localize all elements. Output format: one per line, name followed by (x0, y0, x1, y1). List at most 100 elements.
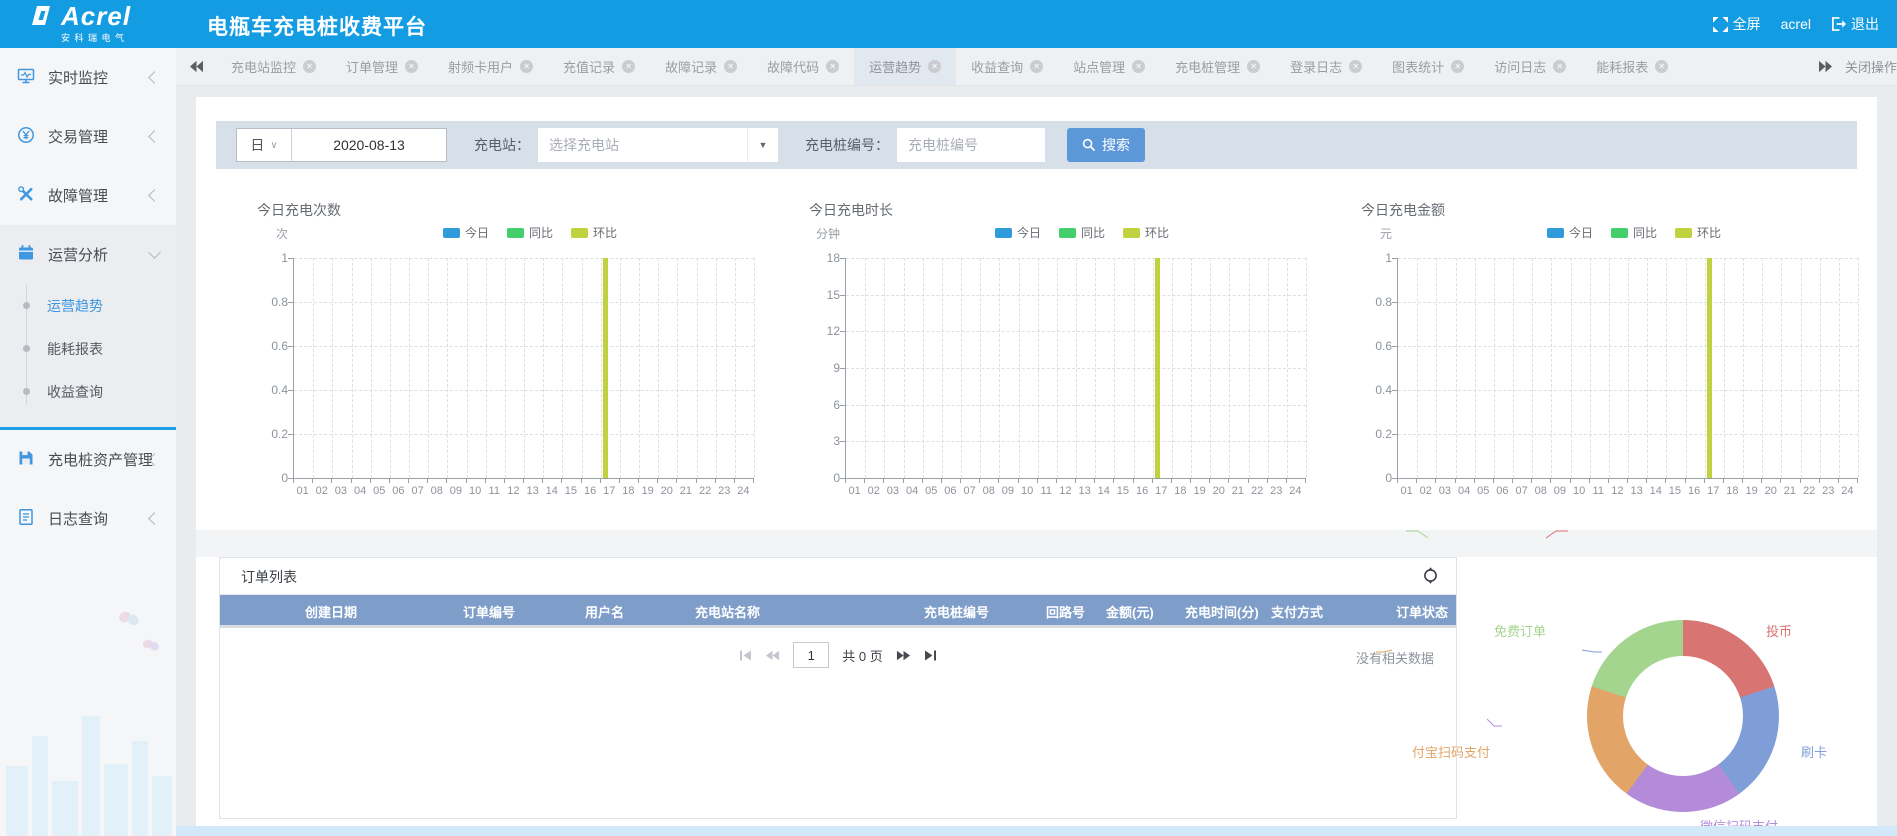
x-axis-label: 17 (1703, 485, 1723, 497)
x-axis-tick (696, 478, 697, 483)
gridline-vertical (582, 258, 583, 478)
x-axis-label: 15 (1113, 485, 1133, 497)
tab-close-icon[interactable]: ✕ (1553, 60, 1566, 73)
tab-close-icon[interactable]: ✕ (1132, 60, 1145, 73)
tab-close-icon[interactable]: ✕ (1030, 60, 1043, 73)
tab-close-icon[interactable]: ✕ (928, 60, 941, 73)
tab-close-icon[interactable]: ✕ (622, 60, 635, 73)
x-axis-tick (1209, 478, 1210, 483)
x-axis-tick (1550, 478, 1551, 483)
tab-label: 故障记录 (665, 57, 717, 76)
gridline-horizontal (846, 331, 1306, 332)
tab-运营趋势[interactable]: 运营趋势✕ (854, 48, 956, 85)
x-axis-tick (1455, 478, 1456, 483)
legend-item-环比[interactable]: 环比 (571, 224, 617, 241)
tab-label: 访问日志 (1494, 57, 1546, 76)
tab-scroll-right-button[interactable] (1805, 48, 1845, 85)
station-select[interactable]: 选择充电站 ▼ (538, 128, 778, 162)
x-axis-tick (1397, 478, 1398, 483)
gridline-vertical (467, 258, 468, 478)
tab-充值记录[interactable]: 充值记录✕ (548, 48, 650, 85)
fullscreen-button[interactable]: 全屏 (1707, 14, 1767, 34)
tab-故障记录[interactable]: 故障记录 ✕ (650, 48, 752, 85)
x-axis-label: 14 (1646, 485, 1666, 497)
x-axis-label: 06 (388, 485, 408, 497)
legend-item-同比[interactable]: 同比 (507, 224, 553, 241)
legend-item-今日[interactable]: 今日 (995, 224, 1041, 241)
filter-bar: 日 ∨ 充电站： 选择充电站 ▼ 充电桩编号： 搜索 (216, 121, 1857, 169)
username-menu[interactable]: acrel (1775, 16, 1817, 32)
tab-close-icon[interactable]: ✕ (303, 60, 316, 73)
x-axis-label: 09 (998, 485, 1018, 497)
tab-充电桩管理[interactable]: 充电桩管理 ✕ (1160, 48, 1275, 85)
gridline-horizontal (1398, 258, 1858, 259)
legend-item-环比[interactable]: 环比 (1675, 224, 1721, 241)
tab-close-icon[interactable]: ✕ (405, 60, 418, 73)
gridline-vertical (1475, 258, 1476, 478)
pile-number-input[interactable] (897, 128, 1045, 162)
tab-close-icon[interactable]: ✕ (1247, 60, 1260, 73)
tab-收益查询[interactable]: 收益查询✕ (956, 48, 1058, 85)
tab-站点管理[interactable]: 站点管理✕ (1058, 48, 1160, 85)
sidebar-item-label: 故障管理 (48, 185, 108, 206)
sidebar-item-label: 充电桩资产管理 (48, 449, 153, 470)
legend-item-环比[interactable]: 环比 (1123, 224, 1169, 241)
sidebar-item-故障管理[interactable]: 故障管理 (0, 166, 176, 225)
gridline-vertical (1417, 258, 1418, 478)
tab-射频卡用户[interactable]: 射频卡用户✕ (433, 48, 548, 85)
tab-故障代码[interactable]: 故障代码✕ (752, 48, 854, 85)
tab-访问日志[interactable]: 访问日志 ✕ (1479, 48, 1581, 85)
page-number-input[interactable] (793, 642, 829, 668)
close-all-tabs-button[interactable]: 关闭操作 (1845, 57, 1897, 76)
yen-circle-icon (17, 126, 35, 148)
gridline-horizontal (294, 390, 754, 391)
next-page-button[interactable] (896, 649, 911, 662)
sidebar-item-日志查询[interactable]: 日志查询 (0, 489, 176, 548)
sidebar-subitem-收益查询[interactable]: 收益查询 (0, 370, 176, 413)
tab-close-icon[interactable]: ✕ (1451, 60, 1464, 73)
x-axis-tick (1819, 478, 1820, 483)
tab-close-icon[interactable]: ✕ (724, 60, 737, 73)
legend-item-今日[interactable]: 今日 (1547, 224, 1593, 241)
tab-订单管理[interactable]: 订单管理✕ (331, 48, 433, 85)
sidebar-item-充电桩资产管理[interactable]: 充电桩资产管理 (0, 430, 176, 489)
payment-method-donut-chart[interactable] (1587, 620, 1779, 812)
calendar-icon (17, 244, 35, 266)
x-axis-tick (941, 478, 942, 483)
logout-button[interactable]: 退出 (1825, 14, 1885, 34)
tab-登录日志[interactable]: 登录日志✕ (1275, 48, 1377, 85)
sidebar-item-实时监控[interactable]: 实时监控 (0, 48, 176, 107)
legend-label: 同比 (529, 224, 553, 241)
tab-scroll-left-button[interactable] (176, 48, 216, 85)
prev-page-button[interactable] (765, 649, 780, 662)
tab-能耗报表[interactable]: 能耗报表✕ (1581, 48, 1683, 85)
legend-item-同比[interactable]: 同比 (1611, 224, 1657, 241)
sidebar-subitem-能耗报表[interactable]: 能耗报表 (0, 327, 176, 370)
date-input[interactable] (292, 129, 446, 161)
period-select[interactable]: 日 ∨ (237, 129, 292, 161)
tab-close-icon[interactable]: ✕ (520, 60, 533, 73)
search-button[interactable]: 搜索 (1067, 128, 1145, 162)
x-axis-label: 23 (714, 485, 734, 497)
tab-label: 充电桩管理 (1175, 57, 1240, 76)
tab-close-icon[interactable]: ✕ (826, 60, 839, 73)
panel-action-button[interactable] (1423, 567, 1438, 589)
sidebar-item-交易管理[interactable]: 交易管理 (0, 107, 176, 166)
gridline-vertical (1551, 258, 1552, 478)
last-page-button[interactable] (924, 649, 937, 662)
tab-close-icon[interactable]: ✕ (1349, 60, 1362, 73)
sidebar-subitem-运营趋势[interactable]: 运营趋势 (0, 284, 176, 327)
tab-图表统计[interactable]: 图表统计 ✕ (1377, 48, 1479, 85)
tab-充电站监控[interactable]: 充电站监控✕ (216, 48, 331, 85)
logout-label: 退出 (1851, 14, 1879, 34)
x-axis-label: 20 (657, 485, 677, 497)
horizontal-scrollbar[interactable] (176, 826, 1897, 836)
gridline-vertical (1494, 258, 1495, 478)
first-page-button[interactable] (739, 649, 752, 662)
legend-item-今日[interactable]: 今日 (443, 224, 489, 241)
sidebar-item-运营分析[interactable]: 运营分析 (0, 225, 176, 284)
tab-label: 图表统计 (1392, 57, 1444, 76)
legend-item-同比[interactable]: 同比 (1059, 224, 1105, 241)
fullscreen-label: 全屏 (1733, 14, 1761, 34)
tab-close-icon[interactable]: ✕ (1655, 60, 1668, 73)
